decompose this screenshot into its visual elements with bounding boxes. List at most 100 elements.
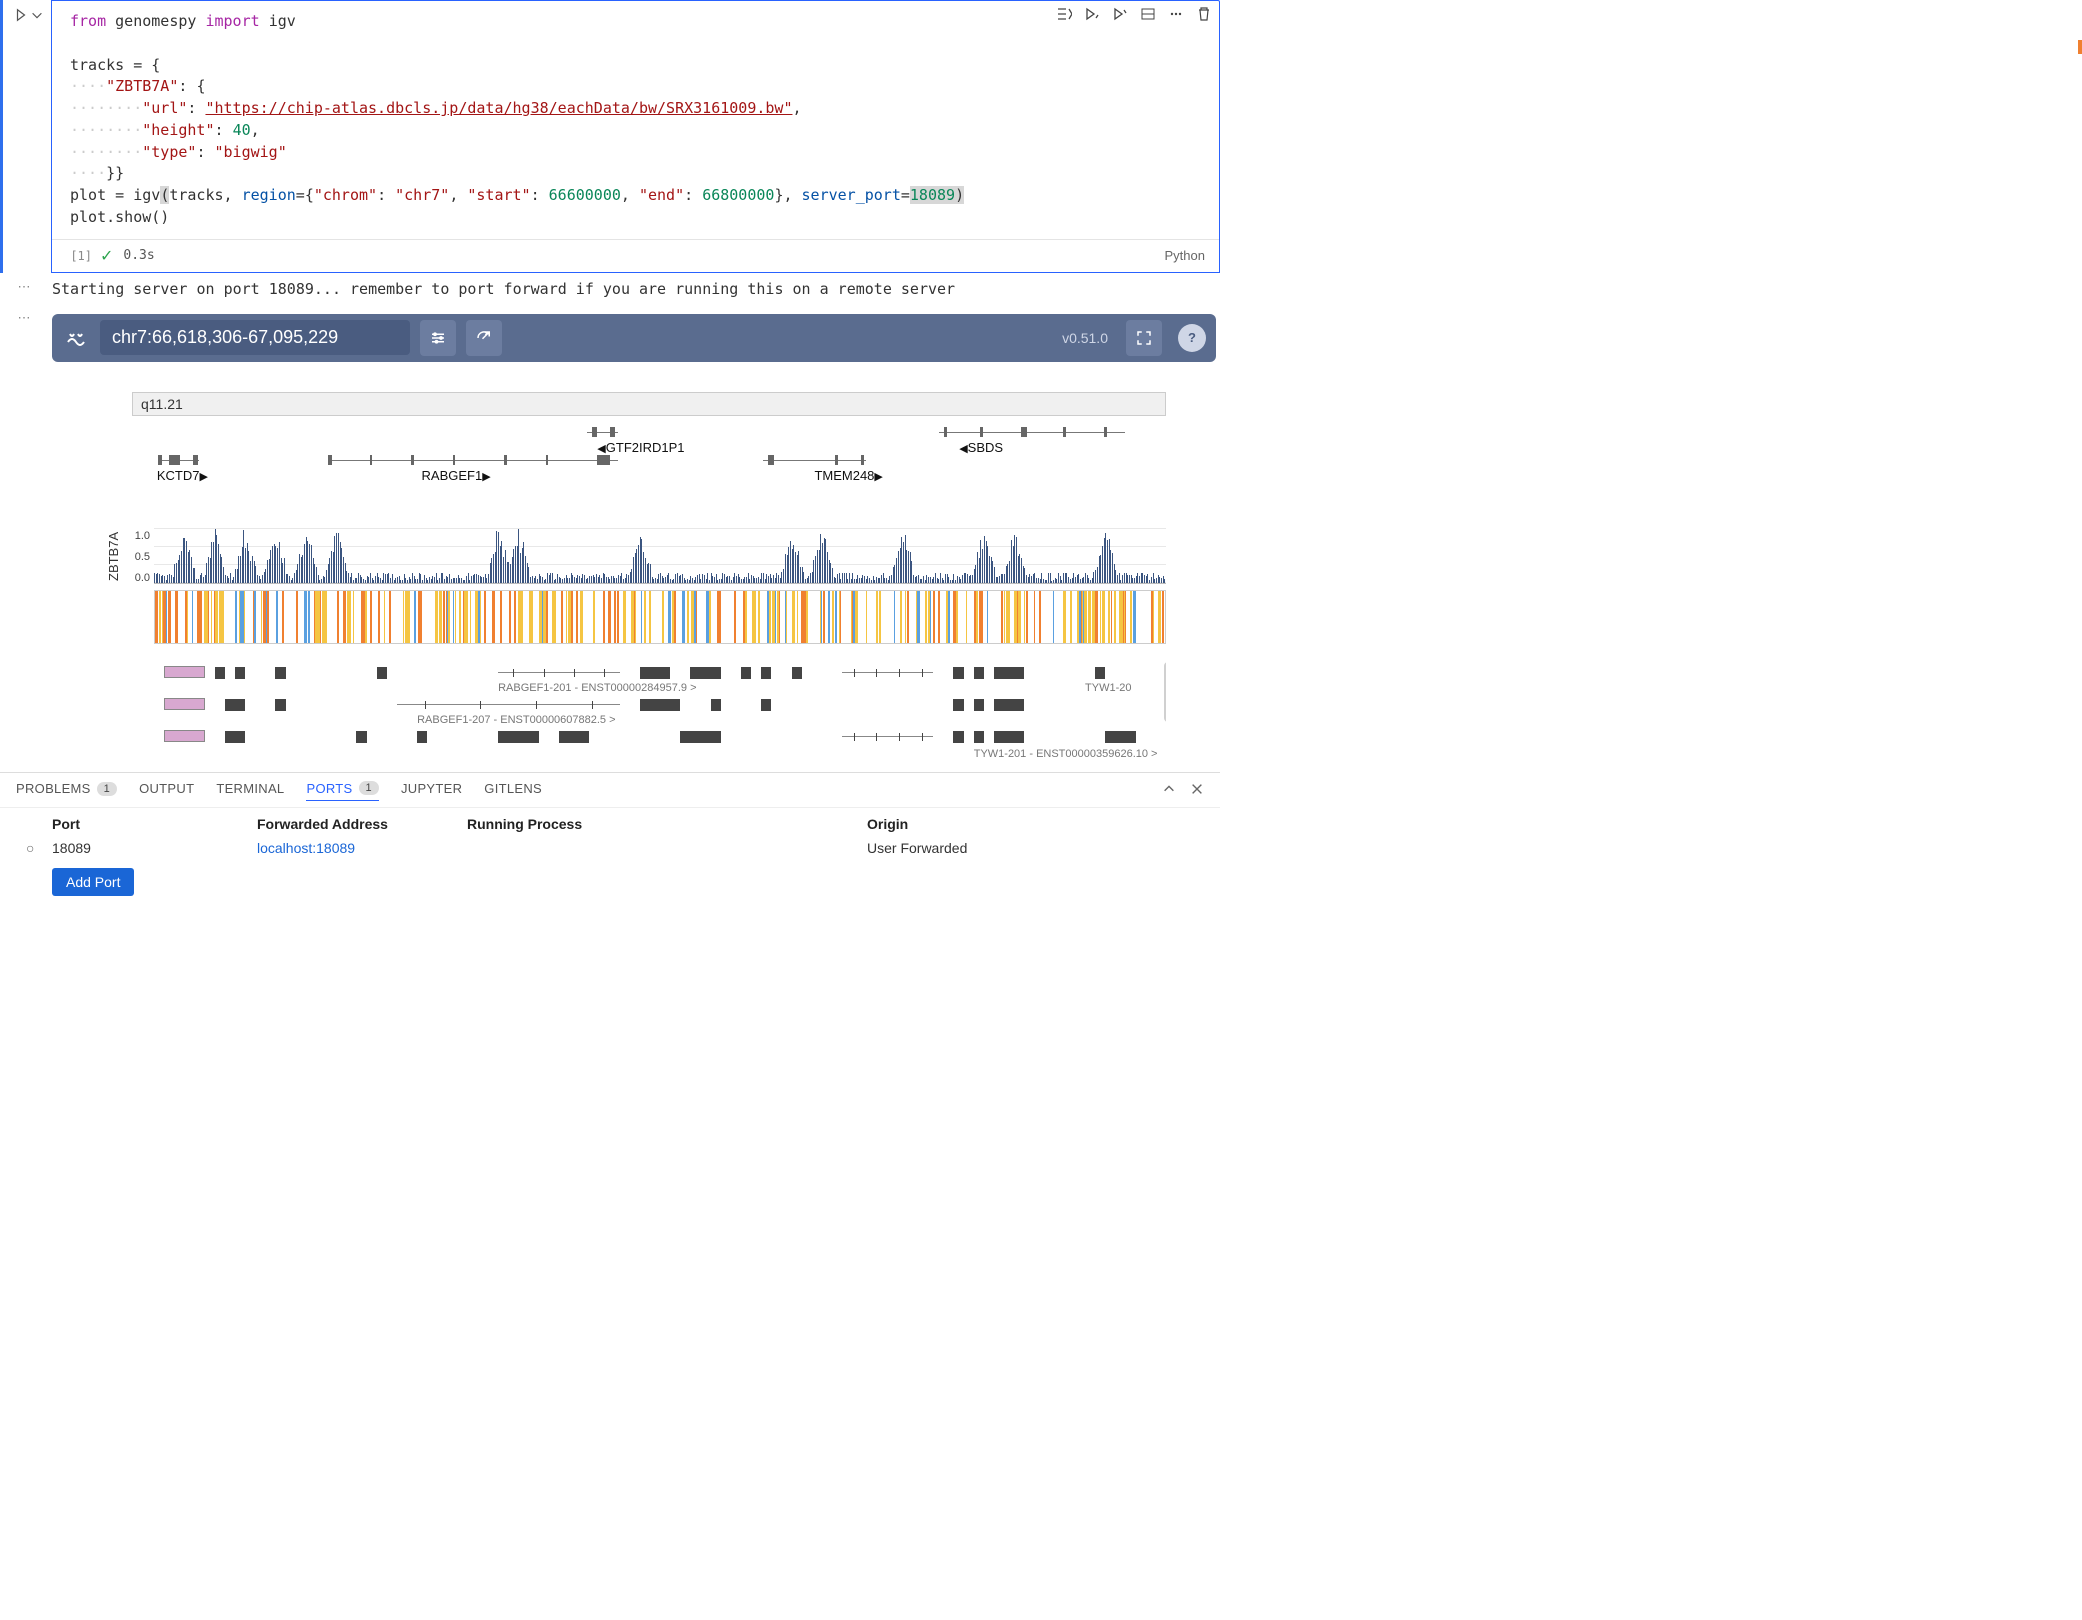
output-ellipsis[interactable]: ⋯ [0,273,48,304]
minimap-marker [2078,40,2082,54]
bigwig-yaxis: 1.0 0.5 0.0 [126,528,154,584]
gene-track[interactable]: KCTD7▶ RABGEF1▶ ◀GTF2IRD1P1 TMEM248▶ ◀SBDS [132,426,1166,488]
delete-cell-button[interactable] [1195,5,1213,23]
execute-above-button[interactable] [1083,5,1101,23]
fn-igv: igv [133,186,160,204]
transcript-label: RABGEF1-207 - ENST00000607882.5 > [417,714,615,726]
ports-row[interactable]: ○ 18089 localhost:18089 User Forwarded [0,836,1220,862]
code-content[interactable]: from genomespy import igv tracks = { ···… [52,1,1219,239]
more-actions-button[interactable] [1167,5,1185,23]
cell-gutter [3,0,51,273]
cell-toolbar [1055,5,1213,23]
tab-terminal[interactable]: TERMINAL [216,781,284,800]
transcript-label: TYW1-201 - ENST00000359626.10 > [974,748,1158,760]
col-proc: Running Process [467,816,867,832]
stdout-text: Starting server on port 18089... remembe… [52,279,1216,300]
ytick: 0.0 [135,572,150,584]
gene-label-rabgef1[interactable]: RABGEF1▶ [422,468,491,483]
tab-output[interactable]: OUTPUT [139,781,194,800]
bigwig-track-label: ZBTB7A [106,528,126,584]
method-show: show [115,208,151,226]
ports-badge: 1 [359,781,379,795]
url-value: "https://chip-atlas.dbcls.jp/data/hg38/e… [205,99,792,117]
output-ellipsis-2[interactable]: ⋯ [0,304,48,766]
genome-location-input[interactable] [100,320,410,355]
execute-below-button[interactable] [1111,5,1129,23]
param-server-port: server_port [802,186,901,204]
band-label: q11.21 [141,396,183,412]
type-value: "bigwig" [215,143,287,161]
play-icon [14,8,28,22]
panel-collapse-button[interactable] [1162,782,1176,799]
var-tracks: tracks [70,56,124,74]
port-number: 18089 [52,840,257,856]
key-type: "type" [142,143,196,161]
split-cell-button[interactable] [1139,5,1157,23]
cell-language[interactable]: Python [1165,248,1205,263]
col-port: Port [52,816,257,832]
gene-label-sbds[interactable]: ◀SBDS [959,440,1003,455]
col-addr: Forwarded Address [257,816,467,832]
gene-label-kctd7[interactable]: KCTD7▶ [157,468,208,483]
tab-jupyter[interactable]: JUPYTER [401,781,462,800]
transcript-track[interactable]: RABGEF1-201 - ENST00000284957.9 > RABGEF1… [154,662,1166,762]
panel-close-button[interactable] [1190,782,1204,799]
bigwig-track[interactable]: ZBTB7A 1.0 0.5 0.0 [106,528,1166,584]
imported-name: igv [269,12,296,30]
chevron-up-icon [1162,782,1176,796]
notebook-cell: from genomespy import igv tracks = { ···… [0,0,1220,273]
ytick: 0.5 [135,551,150,563]
run-by-line-button[interactable] [1055,5,1073,23]
module-name: genomespy [115,12,196,30]
tab-gitlens[interactable]: GITLENS [484,781,542,800]
bottom-panel: PROBLEMS 1 OUTPUT TERMINAL PORTS 1 JUPYT… [0,772,1220,896]
gene-label-gtf2ird1p1[interactable]: ◀GTF2IRD1P1 [597,440,684,455]
execution-status-row: [1] ✓ 0.3s Python [52,239,1219,272]
execution-count: [1] [52,249,100,263]
port-value: 18089 [910,186,955,204]
var-plot: plot [70,186,106,204]
forwarded-address-link[interactable]: localhost:18089 [257,840,467,856]
run-cell-button[interactable] [14,8,44,22]
tab-problems[interactable]: PROBLEMS 1 [16,781,117,800]
col-origin: Origin [867,816,908,832]
panel-tabs: PROBLEMS 1 OUTPUT TERMINAL PORTS 1 JUPYT… [0,773,1220,808]
genome-toolbar: v0.51.0 ? [52,314,1216,362]
ports-header: Port Forwarded Address Running Process O… [0,808,1220,836]
chevron-down-icon [30,8,44,22]
keyword-import: import [205,12,259,30]
app-logo-icon [62,324,90,352]
tab-ports[interactable]: PORTS 1 [306,781,378,801]
share-arrow-icon [475,329,493,347]
sliders-icon [429,329,447,347]
param-region: region [242,186,296,204]
track-key: "ZBTB7A" [106,77,178,95]
cell-editor[interactable]: from genomespy import igv tracks = { ···… [51,0,1220,273]
genome-browser: v0.51.0 ? q11.21 KCTD7▶ RABGEF1▶ ◀GTF2IRD1… [52,314,1216,762]
bigwig-plot[interactable] [154,528,1166,584]
cell-output: ⋯ Starting server on port 18089... remem… [0,273,1220,304]
cell-output-widget: ⋯ v0.51.0 ? [0,304,1220,766]
port-origin: User Forwarded [867,840,967,856]
ytick: 1.0 [135,530,150,542]
key-height: "height" [142,121,214,139]
settings-button[interactable] [420,320,456,356]
gene-label-tmem248[interactable]: TMEM248▶ [814,468,882,483]
annotation-stripe-track[interactable] [154,590,1166,644]
fullscreen-button[interactable] [1126,320,1162,356]
help-button[interactable]: ? [1178,324,1206,352]
transcript-label: RABGEF1-201 - ENST00000284957.9 > [498,682,696,694]
ideogram-band[interactable]: q11.21 [132,392,1166,416]
keyword-from: from [70,12,106,30]
problems-badge: 1 [97,782,117,796]
version-label: v0.51.0 [1062,330,1108,346]
port-status-icon: ○ [26,840,52,856]
share-button[interactable] [466,320,502,356]
transcript-label: TYW1-20 [1085,682,1131,694]
close-icon [1190,782,1204,796]
exec-time: 0.3s [123,248,154,263]
success-check-icon: ✓ [100,246,113,266]
add-port-button[interactable]: Add Port [52,868,134,896]
height-value: 40 [233,121,251,139]
key-url: "url" [142,99,187,117]
